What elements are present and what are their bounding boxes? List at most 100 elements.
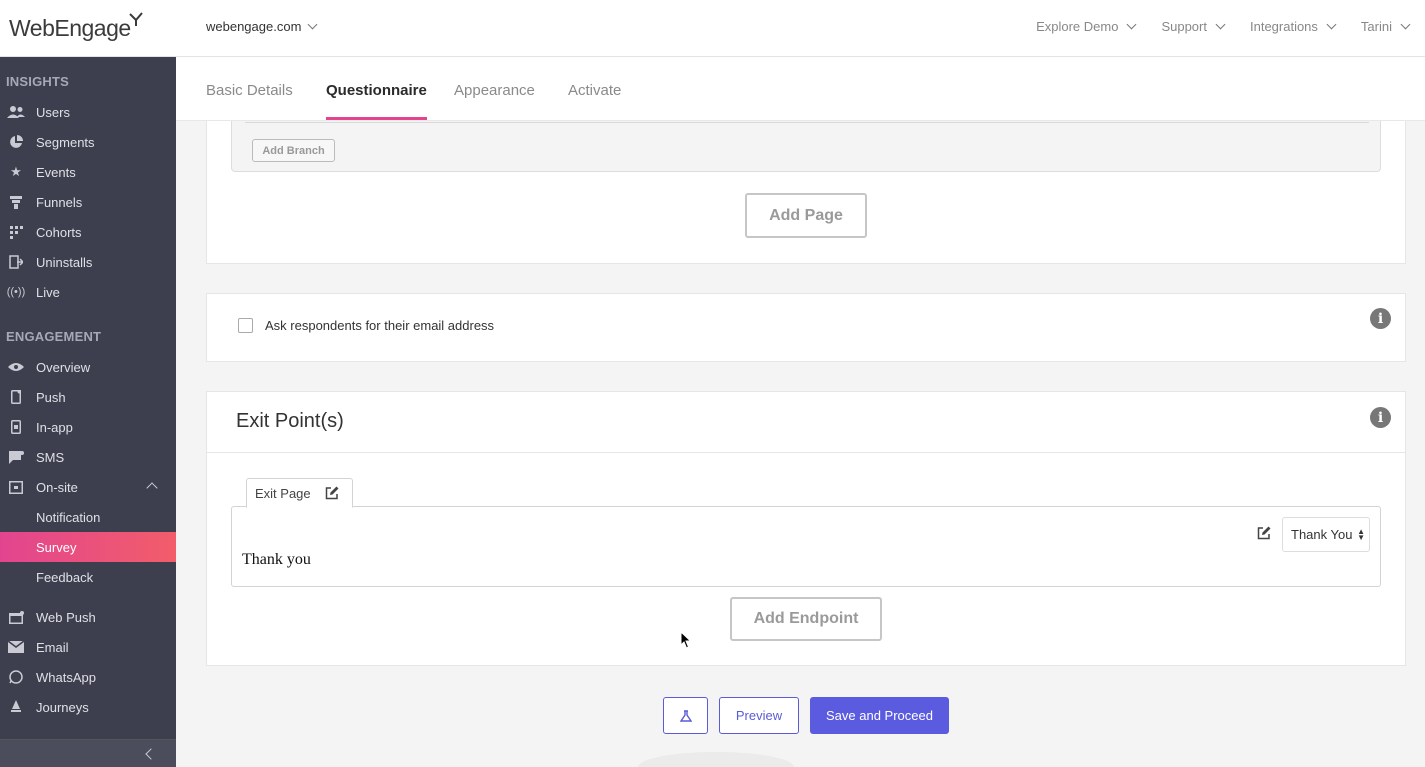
sidebar-label: On-site <box>36 479 78 495</box>
sidebar-item-events[interactable]: ★ Events <box>0 157 176 187</box>
sidebar-label: Live <box>36 284 60 300</box>
nav-integrations[interactable]: Integrations <box>1249 19 1337 34</box>
tab-basic-details[interactable]: Basic Details <box>206 82 293 120</box>
chevron-up-icon <box>146 482 158 494</box>
sidebar-collapse-button[interactable] <box>0 739 176 767</box>
sidebar-item-in-app[interactable]: In-app <box>0 412 176 442</box>
edit-icon[interactable] <box>325 486 339 500</box>
sidebar-label: Overview <box>36 359 91 375</box>
sidebar-item-notification[interactable]: Notification <box>0 502 176 532</box>
sidebar-label: Cohorts <box>36 224 82 240</box>
divider <box>206 452 1406 453</box>
edit-icon[interactable] <box>1257 526 1271 540</box>
exit-page-panel <box>231 506 1381 587</box>
sidebar-label: Push <box>36 389 66 405</box>
branch-input-edge <box>245 121 1369 123</box>
sidebar-item-overview[interactable]: Overview <box>0 352 176 382</box>
exit-message-select[interactable]: Thank You ▲ ▼ <box>1282 517 1370 552</box>
pie-icon <box>6 135 26 149</box>
chevron-down-icon <box>307 19 318 30</box>
top-nav: Explore Demo Support Integrations Tarini <box>1036 19 1411 34</box>
tab-activate[interactable]: Activate <box>568 82 621 120</box>
sidebar-item-whatsapp[interactable]: WhatsApp <box>0 662 176 692</box>
tab-appearance[interactable]: Appearance <box>454 82 535 120</box>
sidebar-item-on-site[interactable]: On-site <box>0 472 176 502</box>
chevron-left-icon <box>145 748 157 760</box>
sidebar-label: Email <box>36 639 69 655</box>
sidebar-label: In-app <box>36 419 73 435</box>
save-and-proceed-button[interactable]: Save and Proceed <box>810 697 949 734</box>
exit-page-tab-label: Exit Page <box>255 485 311 501</box>
inapp-icon <box>6 420 26 434</box>
live-icon: ((•)) <box>6 286 26 298</box>
chevron-down-icon <box>1126 19 1137 30</box>
mouse-cursor-icon <box>680 631 692 649</box>
sidebar-label: Uninstalls <box>36 254 93 270</box>
funnel-icon <box>6 195 26 209</box>
nav-label: Integrations <box>1249 19 1318 34</box>
sidebar: INSIGHTS Users Segments ★ Events Funnels… <box>0 57 176 767</box>
star-icon: ★ <box>10 164 22 179</box>
nav-user-menu[interactable]: Tarini <box>1361 19 1411 34</box>
sidebar-label: WhatsApp <box>36 669 96 685</box>
chevron-down-icon <box>1326 19 1337 30</box>
sidebar-item-sms[interactable]: SMS <box>0 442 176 472</box>
select-arrows-icon: ▲ ▼ <box>1357 527 1365 542</box>
nav-label: Support <box>1161 19 1207 34</box>
sidebar-item-live[interactable]: ((•)) Live <box>0 277 176 307</box>
add-page-button[interactable]: Add Page <box>745 193 867 238</box>
sidebar-item-journeys[interactable]: Journeys <box>0 692 176 722</box>
webengage-logo[interactable]: WebEngage <box>9 10 145 42</box>
bottom-floating-widget[interactable] <box>638 752 794 767</box>
info-icon[interactable]: i <box>1370 308 1391 329</box>
sidebar-label: Web Push <box>36 609 96 625</box>
nav-label: Explore Demo <box>1036 19 1119 34</box>
exit-message-text: Thank you <box>242 551 311 568</box>
sidebar-label: Funnels <box>36 194 83 210</box>
flask-icon <box>679 709 692 722</box>
add-endpoint-button[interactable]: Add Endpoint <box>730 597 882 641</box>
sidebar-item-cohorts[interactable]: Cohorts <box>0 217 176 247</box>
onsite-icon <box>6 480 26 494</box>
section-title-engagement: ENGAGEMENT <box>6 329 102 344</box>
sidebar-item-funnels[interactable]: Funnels <box>0 187 176 217</box>
chevron-down-icon <box>1400 19 1411 30</box>
uninstall-icon <box>6 255 26 269</box>
sidebar-item-users[interactable]: Users <box>0 97 176 127</box>
sidebar-item-push[interactable]: Push <box>0 382 176 412</box>
branch-container <box>231 121 1381 172</box>
sidebar-item-feedback[interactable]: Feedback <box>0 562 176 592</box>
users-icon <box>6 105 26 119</box>
test-button[interactable] <box>663 697 708 734</box>
exit-page-tab[interactable]: Exit Page <box>246 478 353 508</box>
sidebar-item-uninstalls[interactable]: Uninstalls <box>0 247 176 277</box>
sidebar-label: Segments <box>36 134 95 150</box>
sidebar-label: Users <box>36 104 70 120</box>
preview-button[interactable]: Preview <box>719 697 799 734</box>
chevron-down-icon <box>1215 19 1226 30</box>
sidebar-item-survey[interactable]: Survey <box>0 532 176 562</box>
grid-icon <box>6 225 26 239</box>
top-header: WebEngage webengage.com Explore Demo Sup… <box>0 0 1425 57</box>
ask-email-checkbox[interactable] <box>238 318 253 333</box>
sidebar-item-segments[interactable]: Segments <box>0 127 176 157</box>
add-branch-button[interactable]: Add Branch <box>252 139 335 162</box>
whatsapp-icon <box>6 670 26 684</box>
account-selector[interactable]: webengage.com <box>206 19 318 34</box>
info-icon[interactable]: i <box>1370 407 1391 428</box>
section-title-insights: INSIGHTS <box>6 74 69 89</box>
nav-support[interactable]: Support <box>1161 19 1226 34</box>
logo-mark-icon <box>128 12 143 26</box>
sidebar-label: SMS <box>36 449 65 465</box>
nav-explore-demo[interactable]: Explore Demo <box>1036 19 1137 34</box>
journeys-icon <box>6 700 26 714</box>
sidebar-item-web-push[interactable]: Web Push <box>0 602 176 632</box>
tab-questionnaire[interactable]: Questionnaire <box>326 82 427 120</box>
sidebar-item-email[interactable]: Email <box>0 632 176 662</box>
sms-icon <box>6 450 26 464</box>
eye-icon <box>6 360 26 374</box>
logo-text: WebEngage <box>9 15 131 41</box>
sidebar-label: Journeys <box>36 699 89 715</box>
webpush-icon <box>6 610 26 624</box>
mobile-icon <box>6 390 26 404</box>
